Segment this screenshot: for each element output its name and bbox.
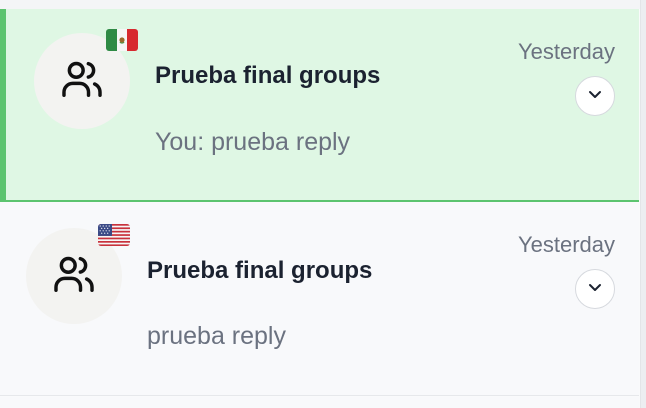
conversation-menu-button[interactable] bbox=[575, 269, 615, 309]
last-message-time: Yesterday bbox=[517, 232, 615, 257]
users-icon bbox=[59, 56, 105, 107]
us-flag-icon bbox=[98, 224, 130, 246]
scrollbar-track[interactable] bbox=[640, 0, 646, 408]
conversation-title: Prueba final groups bbox=[147, 257, 373, 284]
selected-indicator bbox=[0, 9, 6, 200]
chevron-down-icon bbox=[585, 84, 605, 109]
conversation-item[interactable]: Prueba final groups prueba reply Yesterd… bbox=[0, 203, 639, 396]
next-conversation-edge bbox=[0, 397, 639, 408]
list-top-edge bbox=[0, 0, 646, 9]
mexico-flag-icon bbox=[106, 29, 138, 51]
conversation-item[interactable]: Prueba final groups You: prueba reply Ye… bbox=[0, 9, 639, 202]
conversation-list: Prueba final groups You: prueba reply Ye… bbox=[0, 0, 646, 408]
last-message-preview: You: prueba reply bbox=[155, 128, 351, 156]
last-message-time: Yesterday bbox=[517, 39, 615, 64]
conversation-menu-button[interactable] bbox=[575, 76, 615, 116]
conversation-title: Prueba final groups bbox=[155, 62, 381, 89]
users-icon bbox=[51, 251, 97, 302]
last-message-preview: prueba reply bbox=[147, 322, 286, 350]
chevron-down-icon bbox=[585, 277, 605, 302]
